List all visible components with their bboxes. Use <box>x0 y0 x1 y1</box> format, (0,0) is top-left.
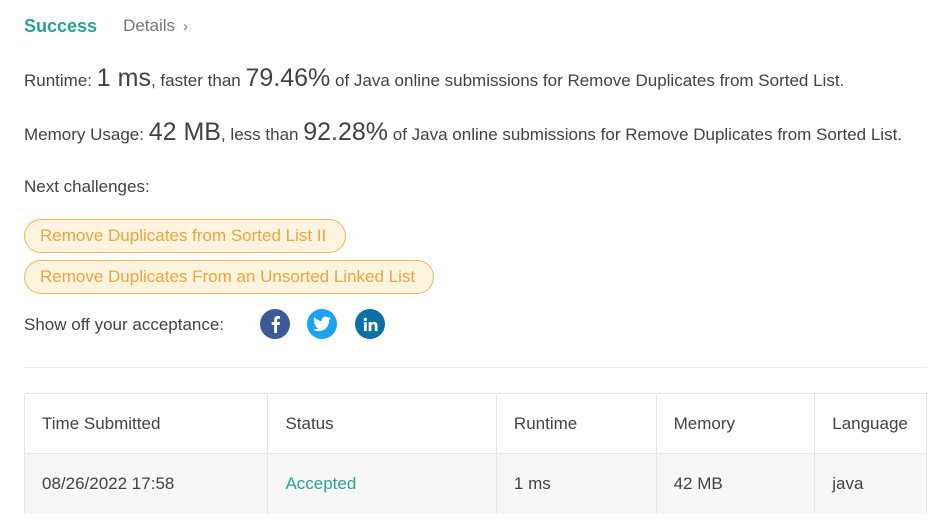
runtime-stat: Runtime: 1 ms, faster than 79.46% of Jav… <box>24 64 844 93</box>
details-label: Details <box>123 16 176 35</box>
linkedin-glyph <box>363 317 378 331</box>
column-header-time-submitted[interactable]: Time Submitted <box>25 394 269 453</box>
cell-time-submitted: 08/26/2022 17:58 <box>25 454 269 514</box>
facebook-icon[interactable] <box>260 309 290 339</box>
section-divider <box>24 367 927 368</box>
twitter-icon[interactable] <box>307 309 337 339</box>
runtime-label: Runtime: <box>24 71 93 90</box>
runtime-percent: 79.46% <box>245 64 331 92</box>
twitter-glyph <box>313 316 331 332</box>
table-header-row: Time Submitted Status Runtime Memory Lan… <box>25 394 926 454</box>
chevron-right-icon: › <box>183 17 189 35</box>
submissions-table: Time Submitted Status Runtime Memory Lan… <box>24 393 927 514</box>
cell-memory: 42 MB <box>657 454 816 514</box>
table-row: 08/26/2022 17:58 Accepted 1 ms 42 MB jav… <box>25 454 926 514</box>
memory-comparison: , less than <box>220 125 299 144</box>
next-challenges-label: Next challenges: <box>24 177 150 196</box>
memory-stat: Memory Usage: 42 MB, less than 92.28% of… <box>24 118 902 147</box>
runtime-value: 1 ms <box>96 64 151 92</box>
memory-percent: 92.28% <box>303 118 389 146</box>
column-header-language[interactable]: Language <box>815 394 926 453</box>
cell-language: java <box>832 474 864 493</box>
memory-label: Memory Usage: <box>24 125 144 144</box>
details-link[interactable]: Details › <box>123 16 188 36</box>
accepted-status-link[interactable]: Accepted <box>285 474 356 494</box>
column-header-memory[interactable]: Memory <box>657 394 816 453</box>
memory-value: 42 MB <box>148 118 221 146</box>
column-header-runtime[interactable]: Runtime <box>497 394 657 453</box>
share-label: Show off your acceptance: <box>24 315 225 334</box>
runtime-comparison: , faster than <box>150 71 241 90</box>
submission-result-page: Success Details › Runtime: 1 ms, faster … <box>0 0 949 528</box>
memory-suffix: of Java online submissions for Remove Du… <box>392 125 903 144</box>
next-challenge-chip[interactable]: Remove Duplicates From an Unsorted Linke… <box>24 260 434 294</box>
result-header: Success Details › <box>24 14 188 38</box>
linkedin-icon[interactable] <box>355 309 385 339</box>
runtime-suffix: of Java online submissions for Remove Du… <box>335 71 845 90</box>
cell-runtime: 1 ms <box>497 454 657 514</box>
next-challenge-chip[interactable]: Remove Duplicates from Sorted List II <box>24 219 346 253</box>
facebook-glyph <box>271 316 280 333</box>
column-header-status[interactable]: Status <box>268 394 497 453</box>
cell-status: Accepted <box>268 454 497 514</box>
success-status: Success <box>24 15 98 36</box>
